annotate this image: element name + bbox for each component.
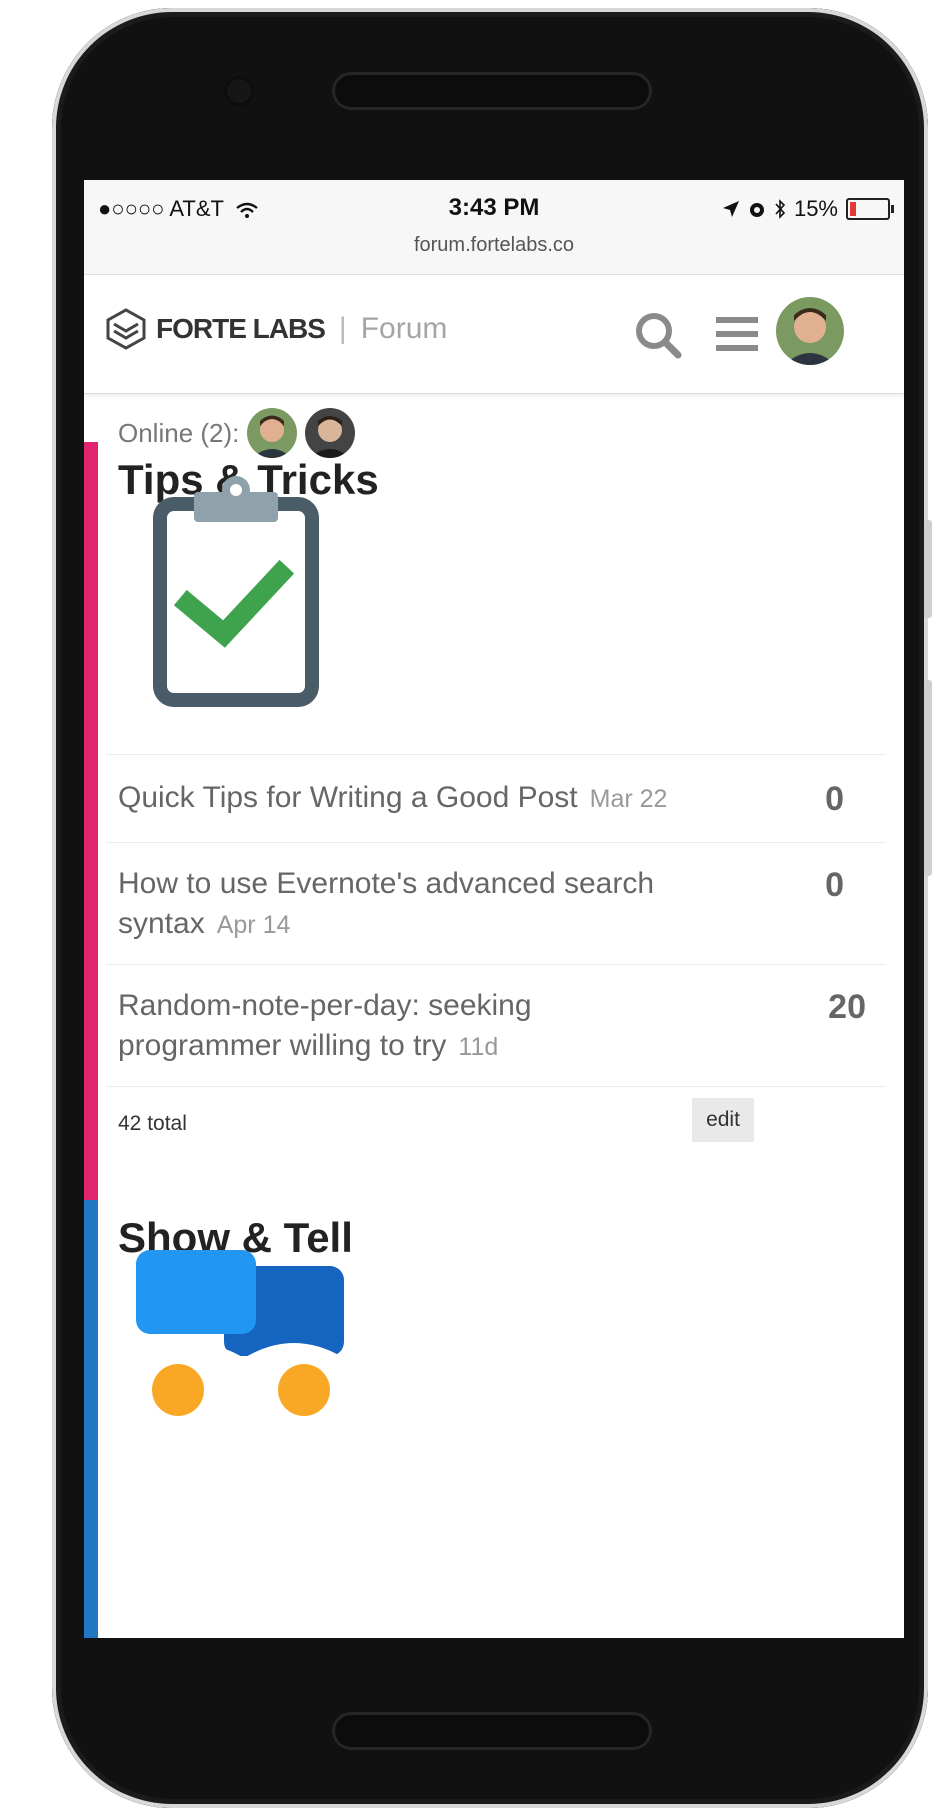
category-color-bar: [84, 1200, 98, 1638]
side-button: [924, 520, 932, 618]
divider: [106, 754, 886, 755]
location-icon: [722, 201, 739, 217]
brand-name: FORTE LABS: [156, 313, 326, 344]
online-users: Online (2):: [118, 408, 356, 458]
user-avatar[interactable]: [776, 297, 844, 365]
online-label: Online (2):: [118, 417, 240, 448]
side-button: [924, 680, 932, 876]
alarm-icon: [749, 203, 764, 217]
topic-reply-count: 0: [825, 780, 844, 818]
menu-icon[interactable]: [714, 311, 760, 357]
topic-title[interactable]: Quick Tips for Writing a Good Post: [118, 781, 578, 814]
topic-total: 42 total: [118, 1112, 187, 1135]
topic-reply-count: 0: [825, 866, 844, 904]
avatar-image: [305, 408, 356, 458]
topic-row[interactable]: Random-note-per-day: seeking programmer …: [118, 986, 678, 1067]
topic-date: Apr 14: [216, 911, 291, 939]
avatar-image: [247, 408, 298, 458]
brand-separator: |: [338, 312, 347, 345]
status-icons: 15%: [722, 196, 894, 222]
status-bar: ●○○○○ AT&T 3:43 PM 15% forum.fortelabs.c…: [84, 180, 904, 275]
front-camera: [224, 76, 254, 106]
earpiece-speaker: [332, 72, 652, 110]
topic-row[interactable]: How to use Evernote's advanced search sy…: [118, 864, 678, 945]
topic-reply-count: 20: [828, 988, 866, 1026]
topic-row[interactable]: Quick Tips for Writing a Good Post Mar 22: [118, 778, 758, 819]
battery-percent: 15%: [793, 196, 838, 221]
topic-date: Mar 22: [589, 785, 668, 813]
avatar-image: [776, 297, 844, 365]
battery-icon: [846, 198, 894, 220]
divider: [106, 1086, 886, 1087]
bottom-speaker: [332, 1712, 652, 1750]
forte-labs-logo-icon: [106, 308, 146, 350]
online-user-avatar[interactable]: [247, 408, 298, 458]
category-color-bar: [84, 442, 98, 1200]
address-bar[interactable]: forum.fortelabs.co: [84, 234, 904, 257]
site-logo[interactable]: FORTE LABS | Forum: [104, 307, 447, 351]
online-user-avatar[interactable]: [305, 408, 356, 458]
edit-button[interactable]: edit: [692, 1098, 754, 1142]
chat-bubbles-icon: [136, 1250, 344, 1418]
topic-title[interactable]: How to use Evernote's advanced search sy…: [118, 867, 654, 940]
bluetooth-icon: [775, 199, 786, 219]
phone-screen: ●○○○○ AT&T 3:43 PM 15% forum.fortelabs.c…: [84, 180, 904, 1638]
clipboard-check-icon: [153, 476, 319, 707]
forum-header: FORTE LABS | Forum: [84, 275, 904, 394]
topic-date: 11d: [458, 1033, 499, 1061]
search-icon[interactable]: [632, 309, 684, 361]
divider: [106, 842, 886, 843]
divider: [106, 964, 886, 965]
section-name: Forum: [360, 312, 448, 345]
